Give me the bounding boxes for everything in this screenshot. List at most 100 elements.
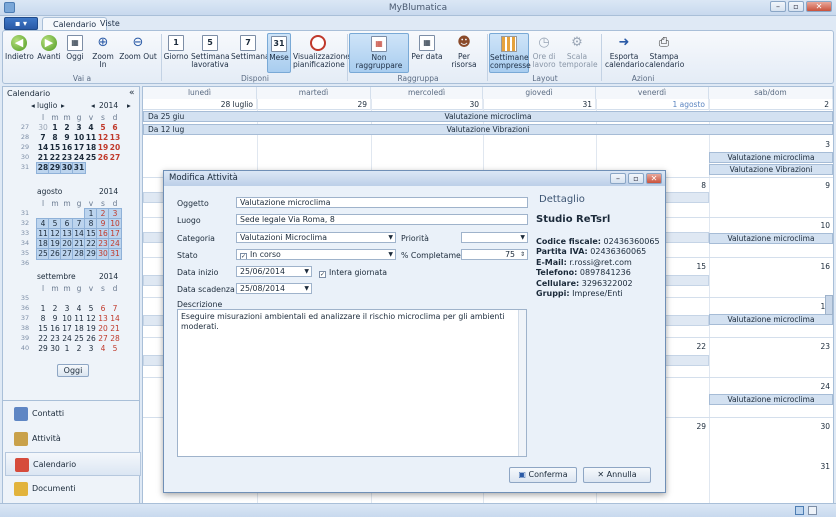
- calendar-day[interactable]: 3: [73, 123, 85, 133]
- luogo-input[interactable]: Sede legale Via Roma, 8: [236, 214, 528, 225]
- calendar-day[interactable]: 15: [49, 143, 61, 153]
- calendar-day[interactable]: 15: [37, 324, 49, 334]
- date-cell[interactable]: 24: [709, 381, 833, 392]
- calendar-day[interactable]: 26: [48, 248, 62, 260]
- date-cell[interactable]: 9: [709, 180, 833, 191]
- calendar-day[interactable]: 27: [60, 248, 74, 260]
- calendar-day[interactable]: 13: [97, 314, 109, 324]
- calendar-day[interactable]: 27: [97, 334, 109, 344]
- dialog-minimize-icon[interactable]: –: [610, 173, 626, 184]
- view-compact-icon[interactable]: [808, 506, 817, 515]
- completamento-stepper[interactable]: 75 ⇕: [461, 249, 528, 260]
- calendar-day[interactable]: 1: [84, 208, 98, 220]
- calendar-day[interactable]: 3: [61, 304, 73, 314]
- calendar-day[interactable]: 10: [108, 218, 122, 230]
- calendar-day[interactable]: 22: [84, 238, 98, 250]
- event-bar-microclima[interactable]: Valutazione microclima: [709, 233, 833, 244]
- calendar-day[interactable]: 17: [73, 143, 85, 153]
- next-month-icon[interactable]: ▸: [127, 101, 131, 111]
- calendar-day[interactable]: 24: [73, 153, 85, 163]
- calendar-day[interactable]: 10: [73, 133, 85, 143]
- zoom-out-button[interactable]: ⊖ Zoom Out: [119, 33, 157, 73]
- nav-calendario[interactable]: Calendario: [5, 452, 141, 476]
- compressed-weeks-button[interactable]: Settimane compresse: [489, 33, 531, 73]
- group-by-date-button[interactable]: ▦ Per data: [411, 33, 443, 73]
- timeline-view-button[interactable]: Visualizzazione pianificazione: [293, 33, 350, 73]
- calendar-day[interactable]: 26: [97, 153, 109, 163]
- calendar-day[interactable]: 25: [85, 153, 97, 163]
- forward-button[interactable]: ▶ Avanti: [35, 33, 63, 73]
- calendar-day[interactable]: 12: [97, 133, 109, 143]
- calendar-day[interactable]: 18: [36, 238, 50, 250]
- calendar-day[interactable]: 18: [73, 324, 85, 334]
- back-button[interactable]: ◀ Indietro: [5, 33, 34, 73]
- calendar-day[interactable]: 7: [37, 133, 49, 143]
- calendar-day[interactable]: 5: [85, 304, 97, 314]
- calendar-day[interactable]: 5: [109, 344, 121, 354]
- event-bar-vibrazioni[interactable]: Da 12 lug Valutazione Vibrazioni: [143, 124, 833, 135]
- prev-month-icon[interactable]: ◂: [31, 101, 35, 111]
- next-month-icon[interactable]: ▸: [61, 101, 65, 111]
- calendar-day[interactable]: 8: [84, 218, 98, 230]
- today-ribbon-button[interactable]: ▦ Oggi: [63, 33, 87, 73]
- calendar-day[interactable]: 21: [109, 324, 121, 334]
- calendar-day[interactable]: 8: [49, 133, 61, 143]
- calendar-day[interactable]: 30: [37, 123, 49, 133]
- event-bar-microclima[interactable]: Valutazione microclima: [709, 314, 833, 325]
- date-cell[interactable]: 31: [709, 461, 833, 472]
- calendar-day[interactable]: 23: [96, 238, 110, 250]
- calendar-day[interactable]: 30: [60, 162, 74, 174]
- date-cell[interactable]: 17: [709, 301, 833, 312]
- date-cell[interactable]: 30: [371, 99, 483, 110]
- calendar-day[interactable]: 28: [109, 334, 121, 344]
- print-calendar-button[interactable]: ⎙ Stampa calendario: [645, 33, 684, 73]
- calendar-day[interactable]: 19: [48, 238, 62, 250]
- day-view-button[interactable]: 1 Giorno: [163, 33, 189, 73]
- calendar-day[interactable]: 23: [61, 153, 73, 163]
- confirm-button[interactable]: ▣ Conferma: [509, 467, 577, 483]
- dialog-maximize-icon[interactable]: ▫: [628, 173, 644, 184]
- nav-attivita[interactable]: Attività: [5, 427, 141, 451]
- calendar-day[interactable]: 6: [109, 123, 121, 133]
- textarea-scrollbar[interactable]: [518, 310, 526, 456]
- calendar-day[interactable]: 2: [49, 304, 61, 314]
- calendar-day[interactable]: 14: [37, 143, 49, 153]
- calendar-day[interactable]: 6: [60, 218, 74, 230]
- categoria-select[interactable]: Valutazioni Microclima ▼: [236, 232, 396, 243]
- stato-select[interactable]: ✓ In corso ▼: [236, 249, 396, 260]
- calendar-day[interactable]: 30: [96, 248, 110, 260]
- calendar-day[interactable]: 16: [96, 228, 110, 240]
- date-cell[interactable]: 2: [709, 99, 833, 110]
- event-bar-microclima[interactable]: Valutazione microclima: [709, 394, 833, 405]
- calendar-day[interactable]: 29: [84, 248, 98, 260]
- time-scale-button[interactable]: ⚙ Scala temporale: [559, 33, 598, 73]
- calendar-day[interactable]: 5: [97, 123, 109, 133]
- date-cell[interactable]: 16: [709, 261, 833, 272]
- date-cell[interactable]: 10: [709, 220, 833, 231]
- calendar-day[interactable]: 5: [48, 218, 62, 230]
- prev-month-icon[interactable]: ◂: [91, 101, 95, 111]
- calendar-day[interactable]: 6: [97, 304, 109, 314]
- calendar-day[interactable]: 19: [85, 324, 97, 334]
- calendar-day[interactable]: 9: [49, 314, 61, 324]
- date-cell[interactable]: 1 agosto: [596, 99, 709, 110]
- calendar-day[interactable]: 18: [85, 143, 97, 153]
- event-bar-microclima[interactable]: Valutazione microclima: [709, 152, 833, 163]
- zoom-in-button[interactable]: ⊕ Zoom In: [89, 33, 117, 73]
- week-view-button[interactable]: 7 Settimana: [231, 33, 270, 73]
- calendar-day[interactable]: 2: [73, 344, 85, 354]
- oggetto-input[interactable]: Valutazione microclima: [236, 197, 528, 208]
- calendar-day[interactable]: 7: [109, 304, 121, 314]
- calendar-day[interactable]: 27: [109, 153, 121, 163]
- calendar-day[interactable]: 28: [72, 248, 86, 260]
- group-by-resource-button[interactable]: ☻ Per risorsa: [445, 33, 483, 73]
- data-inizio-picker[interactable]: 25/06/2014 ▼: [236, 266, 312, 277]
- calendar-day[interactable]: 20: [109, 143, 121, 153]
- calendar-day[interactable]: 4: [36, 218, 50, 230]
- scrollbar-thumb[interactable]: [825, 295, 833, 315]
- calendar-day[interactable]: 1: [49, 123, 61, 133]
- calendar-day[interactable]: 26: [85, 334, 97, 344]
- calendar-day[interactable]: 29: [48, 162, 62, 174]
- calendar-day[interactable]: 7: [72, 218, 86, 230]
- workweek-view-button[interactable]: 5 Settimana lavorativa: [191, 33, 230, 73]
